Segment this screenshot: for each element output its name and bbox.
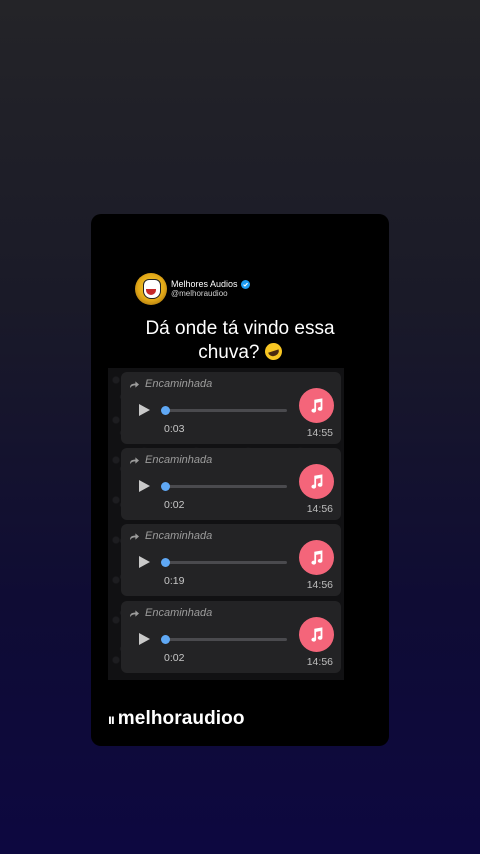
audio-message: Encaminhada 0:03 14:55 [121, 372, 341, 444]
forwarded-label: Encaminhada [129, 454, 212, 466]
laughing-emoji-icon [262, 340, 284, 363]
audio-progress-knob[interactable] [161, 558, 170, 567]
audio-progress-knob[interactable] [161, 635, 170, 644]
audio-progress-track[interactable] [165, 638, 287, 641]
forwarded-text: Encaminhada [145, 530, 213, 542]
music-note-icon [299, 388, 334, 423]
forwarded-text: Encaminhada [145, 607, 213, 619]
audio-progress-track[interactable] [165, 409, 287, 412]
audio-duration: 0:02 [164, 499, 185, 511]
forward-arrow-icon [130, 532, 139, 540]
forwarded-label: Encaminhada [129, 378, 212, 390]
author-name[interactable]: Melhores Audios [171, 280, 238, 289]
play-icon[interactable] [139, 556, 150, 568]
avatar[interactable] [135, 273, 167, 305]
audio-duration: 0:03 [164, 423, 185, 435]
audio-progress-track[interactable] [165, 485, 287, 488]
forward-arrow-icon [130, 609, 139, 617]
forwarded-text: Encaminhada [145, 378, 213, 390]
brand-name: melhoraudioo [117, 708, 245, 729]
forwarded-label: Encaminhada [129, 530, 212, 542]
message-time: 14:56 [306, 656, 333, 668]
music-note-icon [299, 617, 334, 652]
audio-message: Encaminhada 0:02 14:56 [121, 601, 341, 673]
play-icon[interactable] [139, 480, 150, 492]
audio-progress-knob[interactable] [161, 406, 170, 415]
author-header[interactable]: Melhores Audios @melhoraudioo [135, 273, 250, 305]
audio-duration: 0:19 [164, 575, 185, 587]
headline-line-1: Dá onde tá vindo essa [145, 318, 335, 339]
forward-arrow-icon [130, 456, 139, 464]
author-name-row: Melhores Audios [171, 280, 250, 289]
forwarded-label: Encaminhada [129, 607, 212, 619]
audio-message: Encaminhada 0:19 14:56 [121, 524, 341, 596]
message-time: 14:56 [306, 579, 333, 591]
chat-screenshot: Encaminhada 0:03 14:55 Encaminhada 0:02 [108, 368, 344, 680]
headline: Dá onde tá vindo essa chuva? [91, 317, 389, 365]
audio-duration: 0:02 [164, 652, 185, 664]
music-note-icon [299, 464, 334, 499]
audio-progress-knob[interactable] [161, 482, 170, 491]
play-icon[interactable] [139, 633, 150, 645]
audio-progress-track[interactable] [165, 561, 287, 564]
verified-badge-icon [240, 280, 250, 289]
headline-line-2: chuva? [91, 340, 389, 365]
brand-logo-icon: ıı [108, 711, 115, 727]
audio-message: Encaminhada 0:02 14:56 [121, 448, 341, 520]
forwarded-text: Encaminhada [145, 454, 213, 466]
play-icon[interactable] [139, 404, 150, 416]
message-time: 14:55 [306, 427, 333, 439]
author-text: Melhores Audios @melhoraudioo [171, 280, 250, 298]
brand-watermark: ıı melhoraudioo [108, 708, 245, 730]
post-card: Melhores Audios @melhoraudioo Dá onde tá… [91, 214, 389, 746]
music-note-icon [299, 540, 334, 575]
headline-line-2-text: chuva? [198, 342, 260, 363]
message-time: 14:56 [306, 503, 333, 515]
author-handle[interactable]: @melhoraudioo [171, 290, 250, 298]
forward-arrow-icon [130, 380, 139, 388]
